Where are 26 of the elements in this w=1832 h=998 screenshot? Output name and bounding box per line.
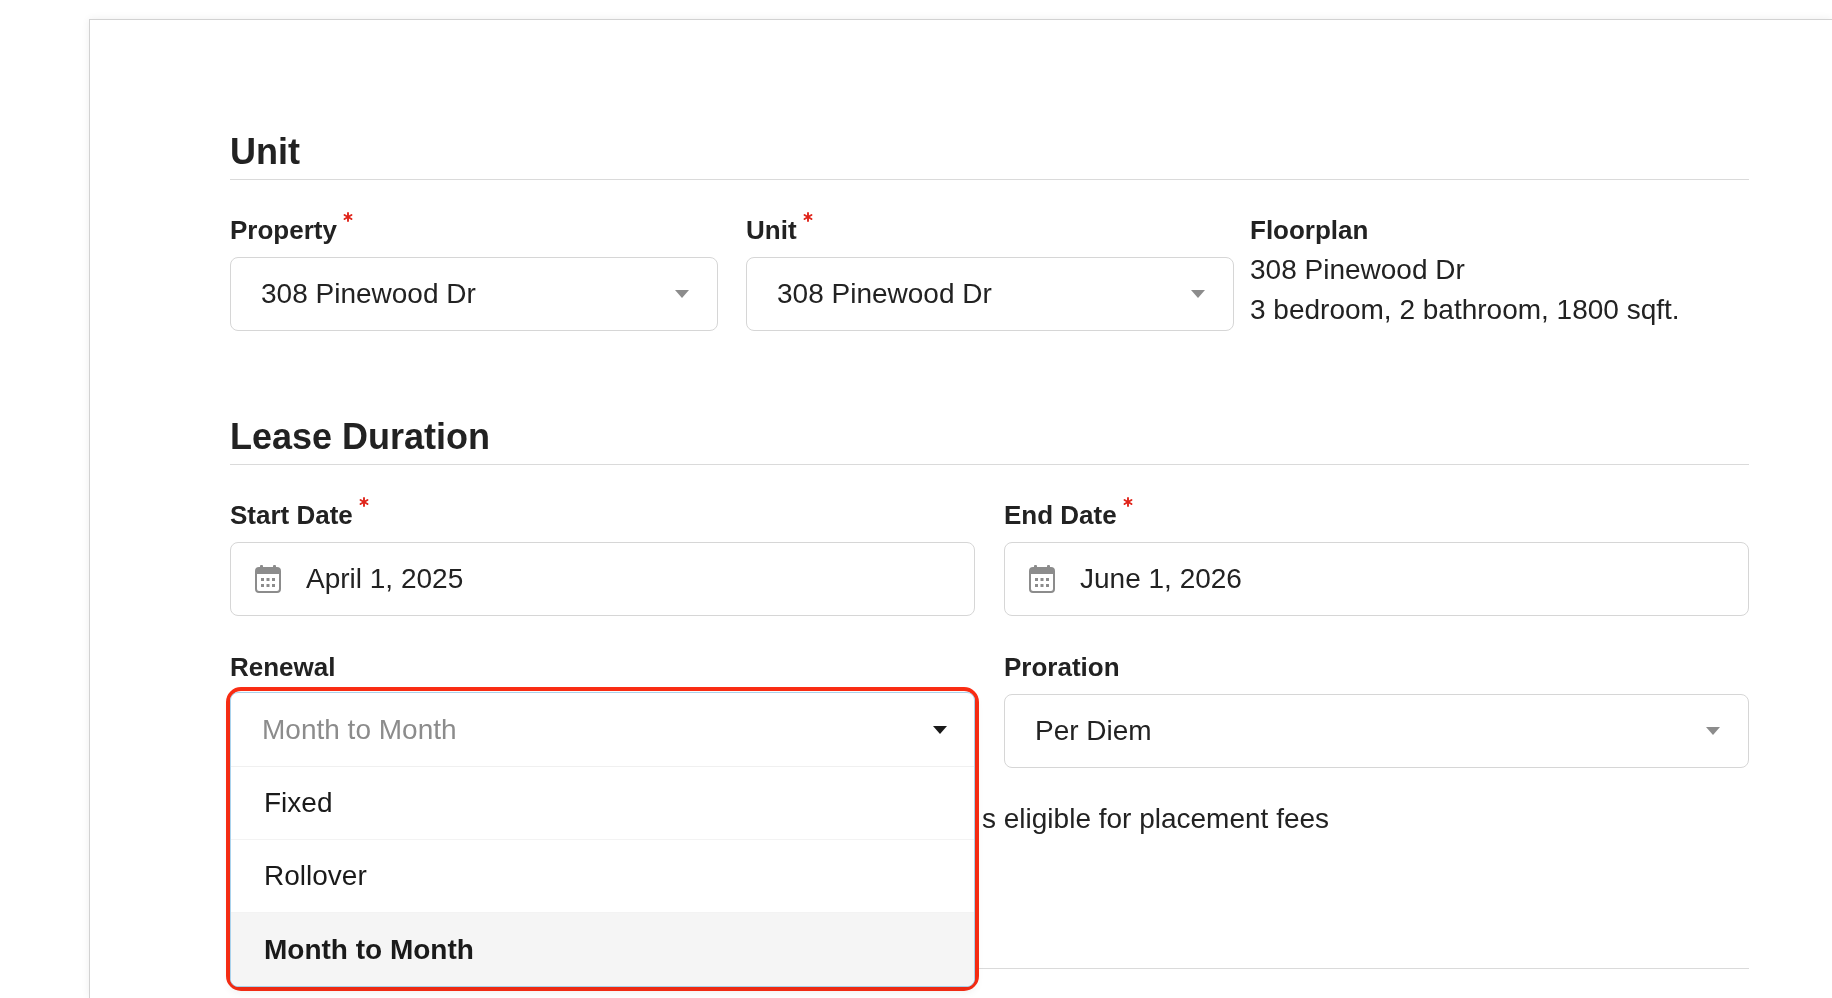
calendar-icon — [1029, 565, 1055, 593]
dropdown-select[interactable]: 308 Pinewood Dr — [746, 257, 1234, 331]
dropdown-option[interactable]: Month to Month — [231, 913, 974, 986]
caret-icon — [1191, 290, 1205, 298]
date-input[interactable]: June 1, 2026 — [1004, 542, 1749, 616]
section-heading: Unit — [230, 130, 300, 174]
field-label: Proration — [1004, 651, 1120, 683]
field-label: Floorplan — [1250, 214, 1369, 246]
dropdown-select[interactable]: 308 Pinewood Dr — [230, 257, 718, 331]
section-heading: Lease Duration — [230, 415, 491, 459]
floorplan-text: 3 bedroom, 2 bathroom, 1800 sqft. — [1250, 293, 1680, 327]
field-label: Start Date — [230, 499, 353, 531]
dropdown-option[interactable]: Fixed — [231, 767, 974, 840]
placement-fee-text: s eligible for placement fees — [982, 803, 1330, 834]
caret-icon — [1706, 727, 1720, 735]
field-label: Unit — [746, 214, 797, 246]
caret-icon — [675, 290, 689, 298]
field-label: End Date — [1004, 499, 1117, 531]
field-label: Property — [230, 214, 337, 246]
date-input[interactable]: April 1, 2025 — [230, 542, 975, 616]
floorplan-text: 308 Pinewood Dr — [1250, 253, 1465, 287]
dropdown-select[interactable]: Per Diem — [1004, 694, 1749, 768]
dropdown-option[interactable]: Rollover — [231, 840, 974, 913]
calendar-icon — [255, 565, 281, 593]
caret-icon — [933, 725, 947, 734]
field-label: Renewal — [230, 651, 336, 683]
